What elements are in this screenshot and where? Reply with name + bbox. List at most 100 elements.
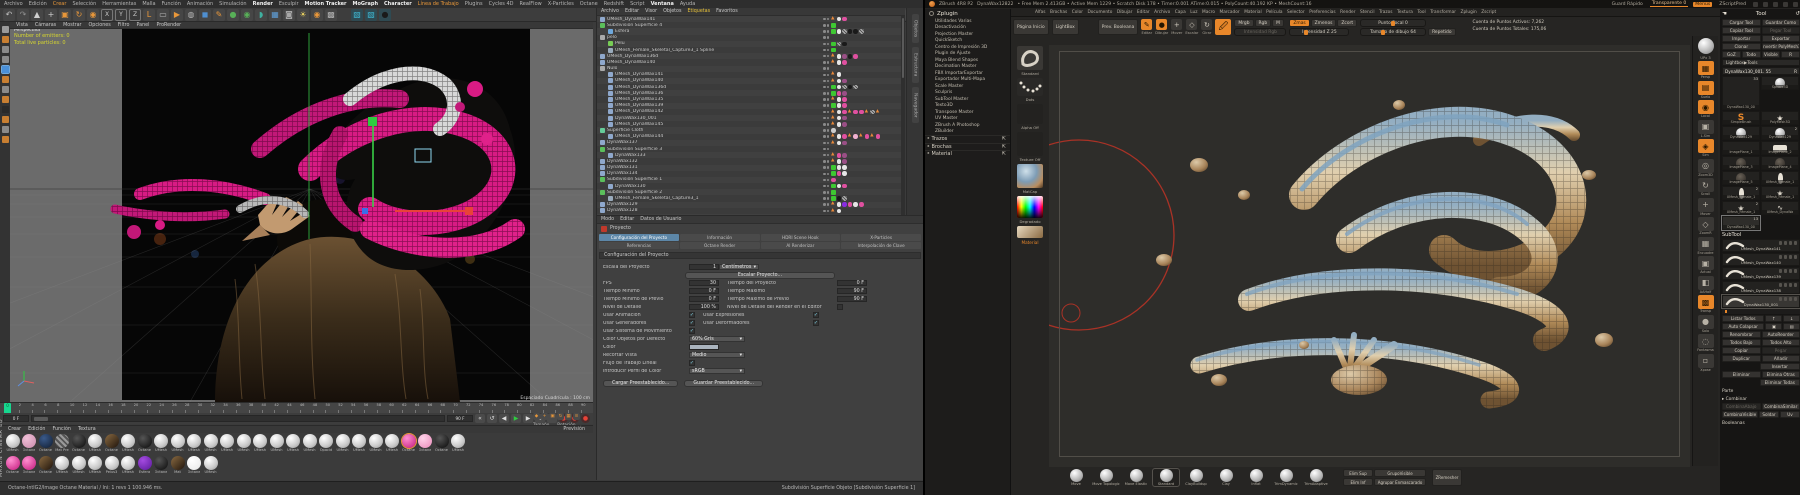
menu-redshift[interactable]: Redshift xyxy=(604,1,624,7)
material-umesh-1-12[interactable]: UMesh xyxy=(203,456,218,478)
material-octane-1-11[interactable]: Octane xyxy=(187,456,202,478)
zb-menu-selector[interactable]: Selector xyxy=(1287,10,1305,15)
y-axis-handle[interactable] xyxy=(368,117,377,126)
visibility-dots[interactable] xyxy=(823,55,829,58)
draw-mode-icon[interactable]: ●Dibujar xyxy=(1155,19,1168,35)
preset-button-guardar-preestablecido[interactable]: Guardar Preestablecido... xyxy=(684,380,763,387)
zb-menu-documento[interactable]: Documento xyxy=(1087,10,1112,15)
floor-button[interactable]: ▤Suelo xyxy=(1696,81,1716,99)
tag-p[interactable] xyxy=(837,153,842,158)
current-stroke-thumb[interactable]: Dots xyxy=(1016,78,1044,102)
transport-1[interactable]: ↺ xyxy=(487,414,497,423)
expand-icon[interactable]: ⇱ xyxy=(1002,144,1006,150)
tag-o[interactable]: ▲ xyxy=(831,110,836,115)
checkbox-usar-generadores[interactable]: ✓ xyxy=(689,320,695,326)
menu-crear[interactable]: Crear xyxy=(53,1,67,7)
material-octane-0-26[interactable]: Octane xyxy=(434,434,449,456)
visibility-dots[interactable] xyxy=(823,86,829,89)
subtool-button-elimina-otras[interactable]: Elimina Otras xyxy=(1762,371,1800,378)
end-frame-field[interactable]: 90 F xyxy=(447,415,473,422)
menu-mograph[interactable]: MoGraph xyxy=(353,1,379,7)
c4d-viewport[interactable]: Perspectiva Number of emitters: 0 Total … xyxy=(10,29,593,402)
zb-menu-tool[interactable]: Tool xyxy=(1417,10,1425,15)
paint-icon[interactable] xyxy=(1784,297,1788,301)
material-umesh-0-5[interactable]: UMesh xyxy=(88,434,103,456)
visibility-dots[interactable] xyxy=(823,142,829,145)
material-umesh-0-12[interactable]: UMesh xyxy=(203,434,218,456)
tool-button-convertir-polymesh3d[interactable]: Convertir PolyMesh3D xyxy=(1762,43,1800,50)
brush-preset-move[interactable]: Move xyxy=(1063,469,1089,486)
active-tool-name[interactable]: DynaWax130_001. 55R xyxy=(1722,67,1800,75)
subtool-button-eliminar-todas[interactable]: Eliminar Todas xyxy=(1760,379,1800,386)
checkbox-usar-animaci-n[interactable]: ✓ xyxy=(689,312,695,318)
tag-h[interactable] xyxy=(870,110,875,115)
bpr-preview-icon[interactable] xyxy=(1696,38,1716,54)
tag-g[interactable] xyxy=(831,190,836,195)
key-icon-2[interactable]: ▣ xyxy=(549,413,556,420)
inventory-item-imageplane-1-6[interactable]: ImagePlane_1 xyxy=(1722,141,1760,155)
visibility-dots[interactable] xyxy=(823,49,829,52)
tool-button-cargar-tool[interactable]: Cargar Tool xyxy=(1722,19,1761,26)
material-octane-1-2[interactable]: Octane xyxy=(38,456,53,478)
tag-w[interactable] xyxy=(837,184,842,189)
visibility-dots[interactable] xyxy=(823,154,829,157)
window-icon-2[interactable] xyxy=(1773,2,1778,7)
tag-list[interactable]: ▲ xyxy=(831,79,901,84)
tag-h[interactable] xyxy=(837,42,842,47)
menu-render[interactable]: Render xyxy=(253,1,273,7)
tag-m[interactable] xyxy=(842,79,847,84)
subtool-button-soldar[interactable]: Soldar xyxy=(1759,411,1779,418)
tag-m[interactable] xyxy=(842,116,847,121)
subtool-button-eliminar[interactable]: Eliminar xyxy=(1722,371,1761,378)
material-umesh-0-21[interactable]: UMesh xyxy=(352,434,367,456)
attribute-section-header[interactable]: Configuración del Proyecto xyxy=(599,252,921,259)
floor-icon[interactable]: ▦ xyxy=(269,9,281,21)
subtool-button-auto-colapsar[interactable]: Auto Colapsar xyxy=(1722,323,1764,330)
tool-button-importar[interactable]: Importar xyxy=(1722,35,1761,42)
tag-g[interactable] xyxy=(831,171,836,176)
viewport-menu-opciones[interactable]: Opciones xyxy=(89,23,111,28)
checkbox-nivel-de-detalle-del-render-en-el-editor[interactable] xyxy=(837,304,843,310)
zb-menu-render[interactable]: Render xyxy=(1340,10,1355,15)
tag-list[interactable]: ▲ xyxy=(831,97,901,102)
tag-m[interactable] xyxy=(842,91,847,96)
axis-y-lock[interactable]: Y xyxy=(115,9,127,21)
inventory-item-imageplane-4-9[interactable]: ImagePlane_4 xyxy=(1761,156,1799,170)
visibility-dots[interactable] xyxy=(823,166,829,169)
tool-button-r[interactable]: R xyxy=(1781,51,1800,58)
persp-button[interactable]: ▦Persp xyxy=(1696,61,1716,79)
mograph-icon[interactable]: ● xyxy=(227,9,239,21)
button-elim-sup[interactable]: Elim Sup xyxy=(1343,469,1373,477)
tag-list[interactable] xyxy=(831,42,901,47)
window-icon-3[interactable] xyxy=(1783,2,1788,7)
subtool-button-combinavisible[interactable]: CombinaVisible xyxy=(1722,411,1758,418)
input-nivel-de-detalle[interactable]: 100 % xyxy=(689,304,719,310)
om-menu-etiquetas[interactable]: Etiquetas xyxy=(687,9,710,14)
inventory-item-umesh-dynawa-15[interactable]: ∿UMesh_DynaWa xyxy=(1761,201,1799,215)
material-umesh-0-16[interactable]: UMesh xyxy=(269,434,284,456)
visibility-dots[interactable] xyxy=(823,160,829,163)
tag-list[interactable] xyxy=(831,91,901,96)
subtool-button-item[interactable]: ↑ xyxy=(1765,315,1782,322)
viewport-menu-c-maras[interactable]: Cámaras xyxy=(35,23,56,28)
tag-w[interactable] xyxy=(837,202,842,207)
scale-mode-icon[interactable]: ◇Escalar xyxy=(1185,19,1198,35)
input-tiempo-m-nimo-de-previo[interactable]: 0 F xyxy=(689,296,719,302)
render-settings-icon[interactable]: ◍ xyxy=(185,9,197,21)
material-opacid-0-19[interactable]: Opacid xyxy=(319,434,334,456)
tag-p[interactable] xyxy=(859,202,864,207)
poly-icon[interactable] xyxy=(1794,297,1798,301)
material-mat-pre-0-3[interactable]: Mat Pre xyxy=(55,434,70,456)
tag-list[interactable]: ▲ xyxy=(831,202,901,207)
zb-menu-transformar[interactable]: Transformar xyxy=(1430,10,1456,15)
zplugin-palette-header[interactable]: Zplugin xyxy=(925,9,1010,18)
subtool-button-listar-todos[interactable]: Listar Todos xyxy=(1722,315,1764,322)
eye-icon[interactable] xyxy=(1779,255,1783,259)
visibility-dots[interactable] xyxy=(823,197,829,200)
input-tiempo-del-proyecto[interactable]: 0 F xyxy=(837,280,867,286)
tag-k[interactable] xyxy=(848,54,853,59)
visibility-dots[interactable] xyxy=(823,74,829,77)
tag-p[interactable] xyxy=(842,110,847,115)
tag-h[interactable] xyxy=(859,29,864,34)
paint-icon[interactable] xyxy=(1784,283,1788,287)
